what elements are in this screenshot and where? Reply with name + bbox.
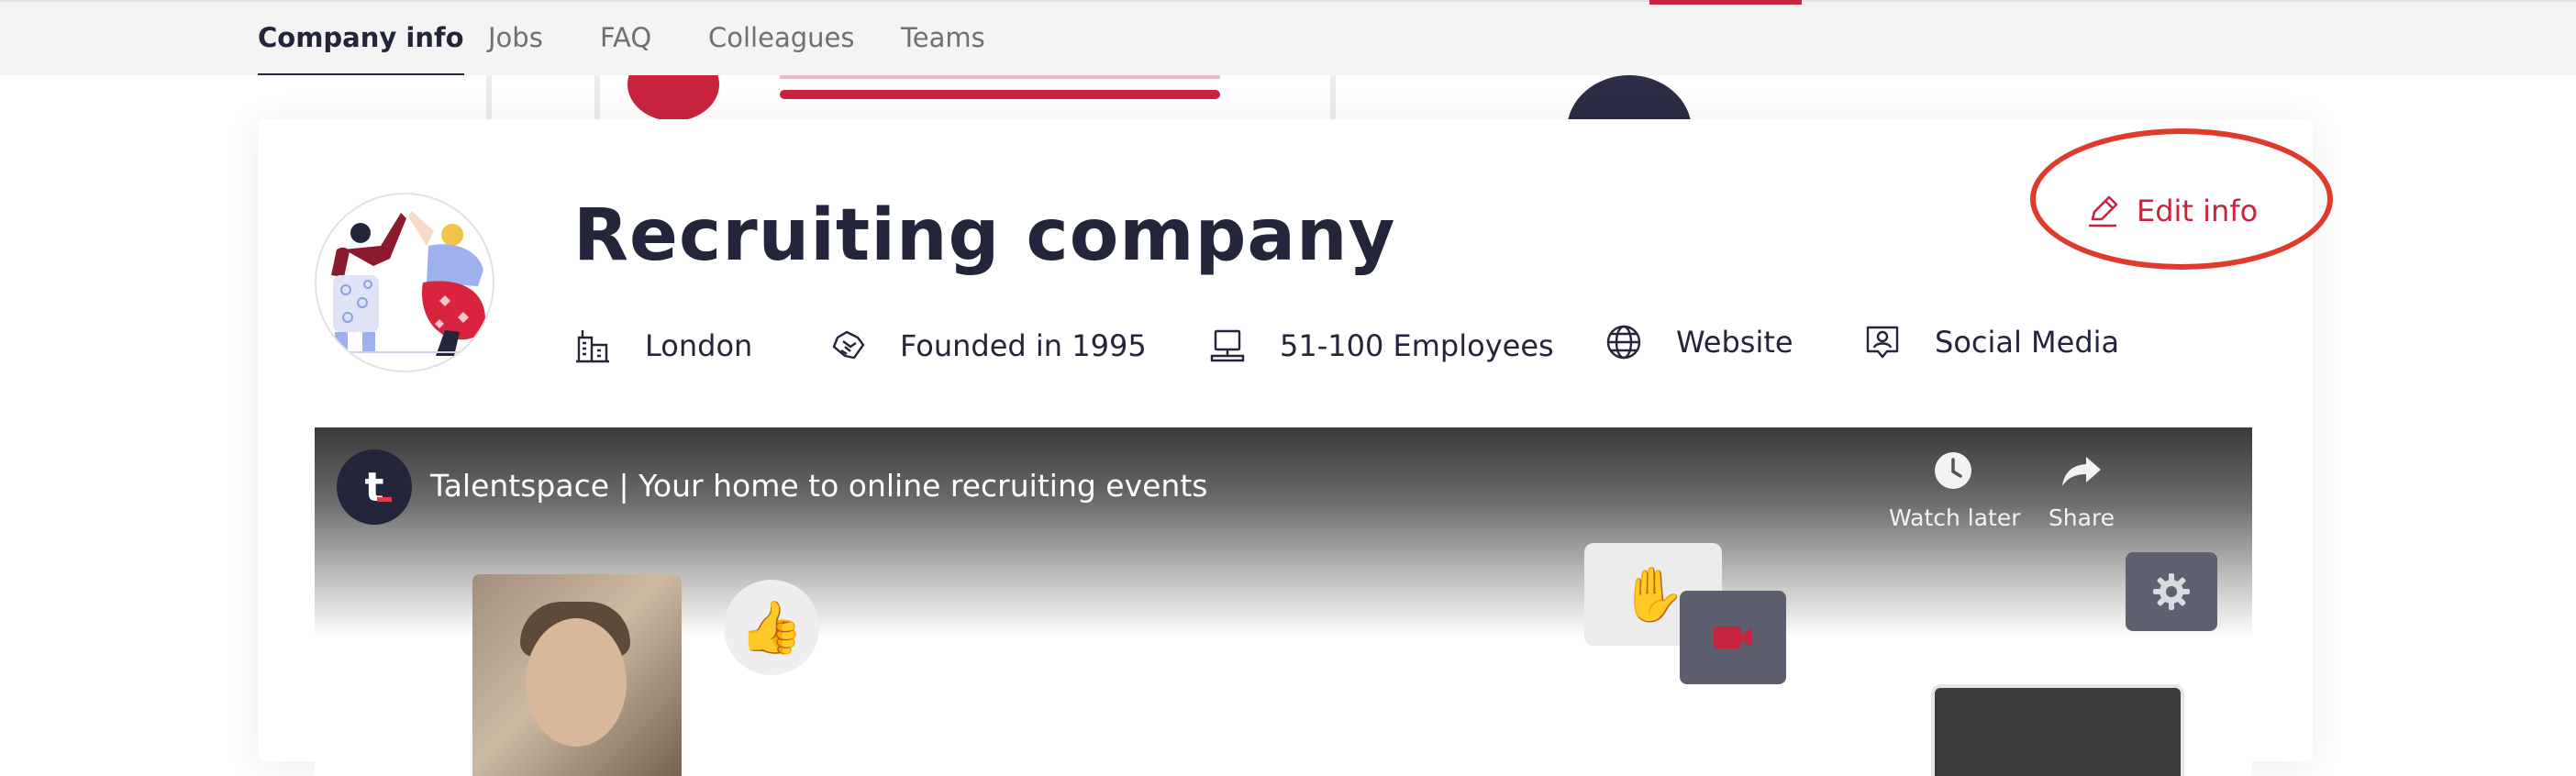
header-accent-line [1649, 0, 1802, 5]
decor-dark-circle [1567, 75, 1692, 121]
tab-jobs[interactable]: Jobs [488, 22, 543, 77]
edit-info-button[interactable]: Edit info [2085, 187, 2258, 235]
share-button[interactable]: Share [2017, 449, 2146, 531]
watch-later-button[interactable]: Watch later [1889, 449, 2021, 531]
company-logo [315, 193, 494, 372]
company-name: Recruiting company [573, 194, 1396, 277]
clock-icon [1932, 449, 1974, 492]
video-title[interactable]: Talentspace | Your home to online recrui… [430, 468, 1207, 504]
globe-icon [1604, 323, 1643, 361]
social-media-text: Social Media [1935, 325, 2120, 360]
company-social-media-link[interactable]: Social Media [1863, 319, 2119, 365]
channel-initial: t [364, 463, 384, 511]
building-icon [573, 327, 612, 365]
company-founded: Founded in 1995 [828, 323, 1147, 369]
decor-line [1330, 75, 1336, 121]
company-info-card: Recruiting company London Founded in 199… [258, 119, 2333, 776]
share-arrow-icon [2060, 449, 2103, 492]
tab-company-info[interactable]: Company info [258, 22, 464, 77]
thumbs-up-icon: 👍 [724, 580, 819, 675]
handshake-icon [828, 327, 867, 365]
tab-bar: Company info Jobs FAQ Colleagues Teams [0, 0, 2576, 77]
decor-bar [780, 90, 1220, 99]
decor-line [486, 75, 492, 121]
pencil-icon [2085, 194, 2120, 228]
company-employees: 51-100 Employees [1208, 323, 1554, 369]
decor-bar [780, 75, 1220, 79]
employees-text: 51-100 Employees [1280, 328, 1554, 363]
video-participant-tile [472, 574, 682, 776]
camera-icon [1680, 591, 1786, 684]
tab-colleagues[interactable]: Colleagues [708, 22, 854, 77]
social-profile-icon [1863, 323, 1902, 361]
background-decoration [0, 75, 2576, 121]
decor-line [594, 75, 600, 121]
company-website-link[interactable]: Website [1604, 319, 1793, 365]
edit-info-label: Edit info [2137, 194, 2259, 228]
location-text: London [645, 328, 753, 363]
company-location: London [573, 323, 752, 369]
founded-text: Founded in 1995 [900, 328, 1147, 363]
channel-avatar[interactable]: t [337, 449, 412, 525]
website-text: Website [1676, 325, 1793, 360]
share-label: Share [2048, 504, 2115, 531]
company-video-player[interactable]: 👍 ✋ t Talentspace | Your home to online [315, 427, 2252, 776]
high-five-illustration-icon [326, 211, 487, 356]
monitor-icon [1208, 327, 1247, 365]
decor-dot [627, 75, 719, 121]
watch-later-label: Watch later [1889, 504, 2021, 531]
gear-icon [2126, 552, 2217, 631]
video-participant-tile [1931, 684, 2184, 776]
tab-faq[interactable]: FAQ [600, 22, 651, 77]
tab-teams[interactable]: Teams [901, 22, 985, 77]
